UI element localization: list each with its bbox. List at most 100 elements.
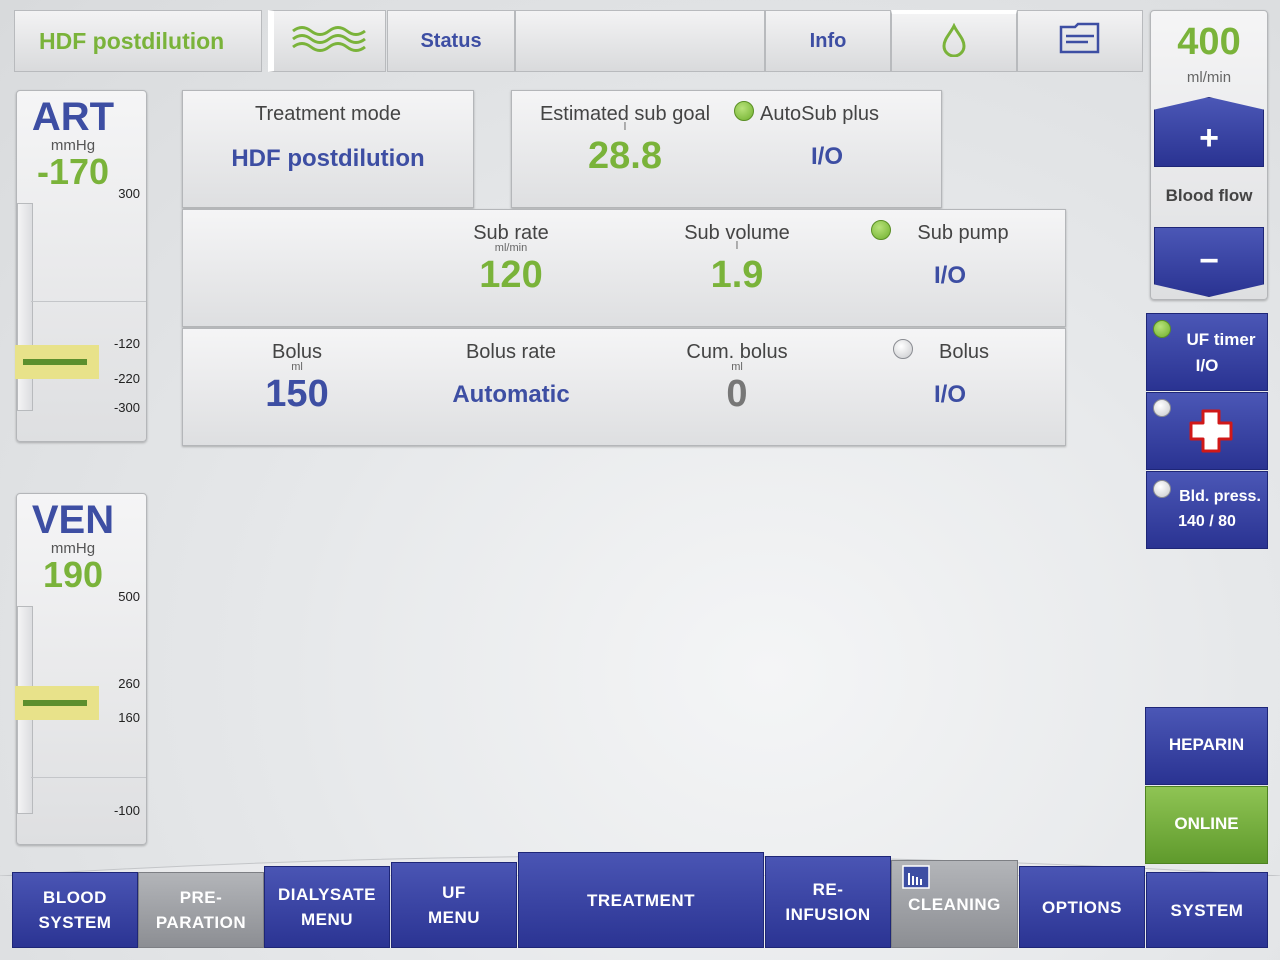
cum-bolus-value: 0 [657,373,817,416]
nav-blood-system-line1: BLOOD [43,885,107,910]
bolus-unit: ml [217,361,377,373]
folder-icon [1058,21,1102,61]
nav-dialysate-menu[interactable]: DIALYSATE MENU [264,866,390,948]
blood-flow-value: 400 [1151,21,1267,64]
ven-value: 190 [17,554,129,596]
sub-volume-value: 1.9 [657,254,817,297]
cum-bolus-unit: ml [657,361,817,373]
treatment-mode-value: HDF postdilution [183,145,473,173]
blood-flow-unit: ml/min [1151,69,1267,86]
art-pressure-gauge[interactable]: ART mmHg -170 300 -120 -220 -300 [16,90,147,442]
blood-flow-panel: 400 ml/min + Blood flow − [1150,10,1268,300]
nav-preparation[interactable]: PRE- PARATION [138,872,264,948]
art-tick-min: -300 [114,400,140,415]
sub-goal-panel[interactable]: Estimated sub goal l 28.8 AutoSub plus I… [511,90,942,208]
nav-dialysate-line1: DIALYSATE [278,882,376,907]
nav-preparation-line1: PRE- [180,885,223,910]
heparin-button[interactable]: HEPARIN [1145,707,1268,785]
nav-treatment[interactable]: TREATMENT [518,852,764,948]
ven-pressure-gauge[interactable]: VEN mmHg 190 500 260 160 -100 [16,493,147,845]
art-scale-divider [31,301,146,302]
heparin-label: HEPARIN [1169,735,1244,754]
folder-tab[interactable] [1017,10,1143,72]
ven-limit-window [15,686,99,720]
nav-cleaning[interactable]: CLEANING [891,860,1018,948]
blood-pressure-button[interactable]: Bld. press. 140 / 80 [1146,471,1268,549]
art-tick-upper-limit: -120 [114,336,140,351]
empty-tab [515,10,765,72]
uf-timer-button[interactable]: UF timer I/O [1146,313,1268,391]
ven-tick-min: -100 [114,803,140,818]
bolus-rate-value[interactable]: Automatic [411,381,611,409]
uf-timer-label: UF timer [1177,330,1265,350]
online-label: ONLINE [1174,814,1238,833]
minus-icon: − [1199,242,1219,280]
sub-pump-label: Sub pump [895,222,1031,245]
sub-pump-toggle[interactable]: I/O [905,262,995,290]
uf-timer-value: I/O [1147,356,1267,376]
status-tab-label: Status [420,30,481,53]
mode-tab-label: HDF postdilution [39,28,224,55]
art-title: ART [17,95,129,140]
nav-system-label: SYSTEM [1171,898,1244,923]
blood-pressure-indicator [1153,480,1171,498]
first-aid-indicator [1153,399,1171,417]
bolus-rate-label: Bolus rate [431,341,591,364]
art-tick-lower-limit: -220 [114,371,140,386]
ven-title: VEN [17,498,129,543]
bolus-toggle[interactable]: I/O [905,381,995,409]
art-limit-window [15,345,99,379]
waves-tab[interactable] [268,10,386,72]
autosub-toggle[interactable]: I/O [782,143,872,171]
nav-dialysate-line2: MENU [301,907,353,932]
blood-flow-label: Blood flow [1151,186,1267,206]
nav-options[interactable]: OPTIONS [1019,866,1145,948]
nav-system[interactable]: SYSTEM [1146,872,1268,948]
nav-reinfusion-line2: INFUSION [785,902,870,927]
sub-pump-status-indicator [871,220,891,240]
nav-reinfusion[interactable]: RE- INFUSION [765,856,891,948]
blood-flow-minus-button[interactable]: − [1154,227,1264,297]
treatment-mode-panel[interactable]: Treatment mode HDF postdilution [182,90,474,208]
art-tick-max: 300 [118,186,140,201]
first-aid-cross-icon [1187,407,1235,460]
ven-tick-lower-limit: 160 [118,710,140,725]
autosub-status-indicator [734,101,754,121]
sub-rate-value[interactable]: 120 [431,254,591,297]
ven-scale-divider [31,777,146,778]
ven-tick-max: 500 [118,589,140,604]
nav-preparation-line2: PARATION [156,910,246,935]
nav-blood-system[interactable]: BLOOD SYSTEM [12,872,138,948]
nav-uf-menu[interactable]: UF MENU [391,862,517,948]
nav-treatment-label: TREATMENT [587,888,695,913]
status-tab[interactable]: Status [387,10,515,72]
waves-icon [291,23,369,59]
nav-uf-line1: UF [442,880,466,905]
nav-blood-system-line2: SYSTEM [39,910,112,935]
bolus-value[interactable]: 150 [217,373,377,416]
plus-icon: + [1199,119,1219,157]
drop-icon [940,23,968,63]
uf-timer-indicator [1153,320,1171,338]
nav-reinfusion-line1: RE- [813,877,844,902]
sub-volume-unit: l [657,240,817,252]
treatment-mode-tab[interactable]: HDF postdilution [14,10,262,72]
first-aid-button[interactable] [1146,392,1268,470]
cleaning-hand-icon [902,865,932,898]
sub-rate-unit: ml/min [431,242,591,254]
art-scale-bar [17,203,33,411]
bolus-status-indicator [893,339,913,359]
drop-tab[interactable] [891,10,1017,72]
treatment-mode-label: Treatment mode [183,103,473,126]
info-tab[interactable]: Info [765,10,891,72]
substitution-panel: Sub rate ml/min 120 Sub volume l 1.9 Sub… [182,209,1066,327]
autosub-label: AutoSub plus [760,103,920,126]
blood-flow-plus-button[interactable]: + [1154,97,1264,167]
nav-options-label: OPTIONS [1042,895,1122,920]
ven-tick-upper-limit: 260 [118,676,140,691]
blood-pressure-label: Bld. press. [1173,488,1267,506]
nav-uf-line2: MENU [428,905,480,930]
blood-pressure-value: 140 / 80 [1147,513,1267,531]
sub-goal-unit: l [512,121,738,133]
bolus-panel: Bolus ml 150 Bolus rate Automatic Cum. b… [182,328,1066,446]
